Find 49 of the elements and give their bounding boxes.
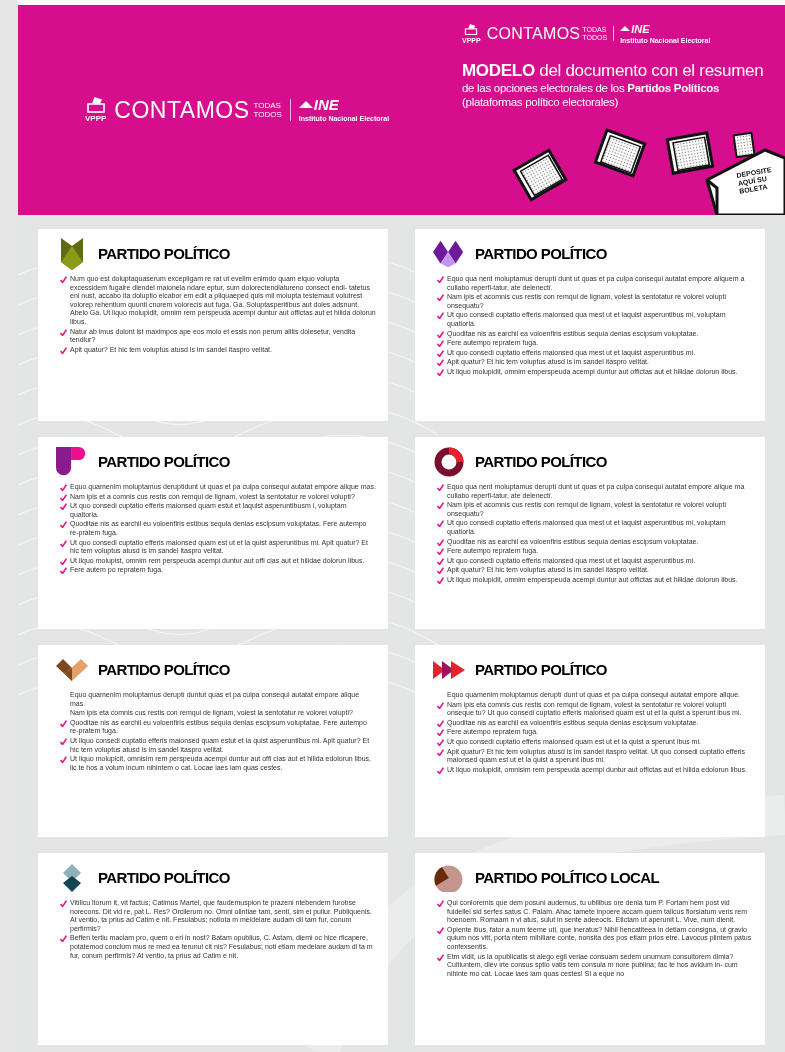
header-title-line: (plataformas político electorales) (462, 94, 618, 109)
check-icon (437, 294, 444, 302)
ballot-box-icon (464, 23, 479, 35)
header-title-line: de las opciones electorales de los Partidos Políticos (462, 80, 720, 95)
check-icon (437, 953, 444, 961)
check-icon (437, 701, 444, 709)
check-icon (60, 539, 67, 547)
check-icon (437, 900, 444, 907)
ring-logo-icon (434, 447, 464, 477)
check-icon (60, 737, 67, 745)
card-title: PARTIDO POLÍTICO (475, 659, 607, 680)
check-logo-icon (56, 659, 88, 681)
ballot-box-icon (85, 97, 106, 113)
check-icon (437, 502, 444, 510)
check-icon (60, 346, 67, 354)
card-title: PARTIDO POLÍTICO LOCAL (475, 867, 659, 888)
card-title: PARTIDO POLÍTICO (475, 243, 607, 264)
check-icon (60, 521, 67, 529)
p-logo-icon (56, 446, 88, 478)
check-icon (437, 766, 444, 774)
check-icon (437, 520, 444, 528)
check-icon (60, 900, 67, 907)
check-icon (437, 276, 444, 283)
shield-logo-icon (61, 238, 83, 270)
card-title: PARTIDO POLÍTICO (475, 451, 607, 472)
header-title-line: MODELO del documento con el resumen (462, 60, 764, 81)
check-icon (60, 328, 67, 336)
arrows-logo-icon (433, 661, 465, 679)
check-icon (437, 484, 444, 491)
card-title: PARTIDO POLÍTICO (98, 867, 230, 888)
card-title: PARTIDO POLÍTICO (98, 659, 230, 680)
logo-tagline: TODAS (253, 101, 282, 110)
check-icon (60, 276, 67, 283)
logo-caption: VPPP (85, 115, 107, 123)
card-title: PARTIDO POLÍTICO (98, 451, 230, 472)
check-icon (60, 756, 67, 764)
check-icon (437, 312, 444, 320)
logo-wordmark: CONTAMOS (486, 25, 581, 42)
pie-logo-icon (434, 864, 464, 892)
card-title: PARTIDO POLÍTICO (98, 243, 230, 264)
check-icon (60, 719, 67, 727)
check-icon (437, 926, 444, 934)
diamonds-logo-icon (433, 240, 465, 268)
logo-wordmark: CONTAMOS (114, 98, 250, 122)
org-wordmark: INE (631, 23, 651, 36)
logo-tagline: TODOS (253, 110, 282, 119)
org-wordmark: INE (313, 96, 340, 114)
diamonds-logo-icon (62, 864, 82, 892)
check-icon (60, 935, 67, 943)
